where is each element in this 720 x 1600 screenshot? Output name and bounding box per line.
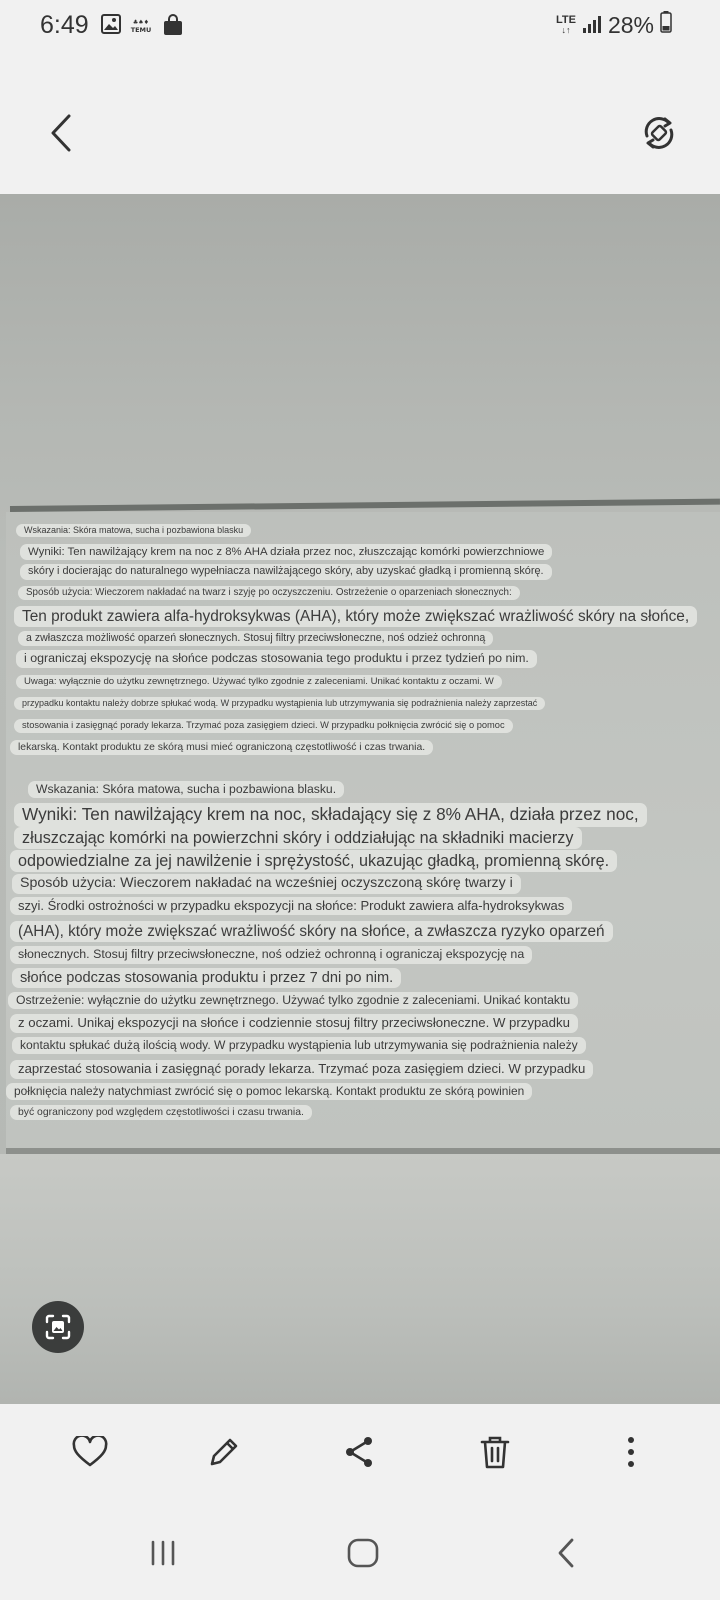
- text-line[interactable]: Ostrzeżenie: wyłącznie do użytku zewnętr…: [8, 992, 579, 1010]
- gallery-notification-icon: [101, 14, 121, 39]
- box-bottom-edge: [6, 1148, 720, 1154]
- svg-text:TEMU: TEMU: [131, 26, 152, 34]
- text-scan-button[interactable]: [32, 1301, 84, 1353]
- status-bar: 6:49 ♣♠♦ TEMU LTE ↓↑ 28%: [0, 0, 720, 52]
- text-line[interactable]: połknięcia należy natychmiast zwrócić si…: [6, 1083, 533, 1100]
- text-line[interactable]: Wyniki: Ten nawilżający krem na noc z 8%…: [20, 544, 553, 561]
- text-line[interactable]: szyi. Środki ostrożności w przypadku eks…: [10, 897, 573, 916]
- system-back-button[interactable]: [541, 1528, 591, 1578]
- text-line[interactable]: słońce podczas stosowania produktu i prz…: [12, 968, 402, 989]
- delete-button[interactable]: [467, 1424, 523, 1480]
- status-right: LTE ↓↑ 28%: [556, 11, 672, 39]
- text-line[interactable]: z oczami. Unikaj ekspozycji na słońce i …: [10, 1014, 578, 1033]
- network-type: LTE ↓↑: [555, 14, 576, 36]
- photo-surface: [0, 1154, 720, 1404]
- photo-view[interactable]: Wskazania: Skóra matowa, sucha i pozbawi…: [0, 194, 720, 1404]
- pencil-icon: [210, 1438, 238, 1466]
- text-line[interactable]: odpowiedzialne za jej nawilżenie i spręż…: [10, 850, 618, 873]
- shopping-bag-icon: [163, 14, 183, 41]
- text-line[interactable]: przypadku kontaktu należy dobrze spłukać…: [14, 697, 546, 711]
- text-line[interactable]: a zwłaszcza możliwość oparzeń słonecznyc…: [18, 631, 494, 647]
- photo-action-bar: [0, 1404, 720, 1514]
- chevron-left-icon: [51, 114, 71, 152]
- text-line[interactable]: (AHA), który może zwiększać wrażliwość s…: [10, 921, 613, 943]
- text-line[interactable]: Uwaga: wyłącznie do użytku zewnętrznego.…: [16, 675, 502, 689]
- back-button[interactable]: [36, 108, 86, 158]
- auto-rotate-icon: [644, 117, 674, 149]
- trash-icon: [480, 1436, 510, 1469]
- text-line[interactable]: zaprzestać stosowania i zasięgnąć porady…: [10, 1060, 594, 1079]
- more-vertical-icon: [628, 1437, 634, 1467]
- box-top-edge: [9, 498, 720, 512]
- back-arrow-icon: [558, 1538, 574, 1568]
- status-time: 6:49: [40, 11, 89, 39]
- text-line[interactable]: Wyniki: Ten nawilżający krem na noc, skł…: [14, 803, 647, 827]
- share-icon: [346, 1437, 372, 1467]
- text-line[interactable]: być ograniczony pod względem częstotliwo…: [10, 1105, 312, 1120]
- text-line[interactable]: stosowania i zasięgnąć porady lekarza. T…: [14, 719, 513, 733]
- text-line[interactable]: Ten produkt zawiera alfa-hydroksykwas (A…: [14, 606, 698, 628]
- system-navigation-bar: [0, 1514, 720, 1600]
- viewer-top-bar: [0, 52, 720, 194]
- text-line[interactable]: i ograniczaj ekspozycję na słońce podcza…: [16, 650, 537, 668]
- favorite-button[interactable]: [62, 1424, 118, 1480]
- text-line[interactable]: złuszczając komórki na powierzchni skóry…: [14, 827, 582, 850]
- rotate-button[interactable]: [634, 108, 684, 158]
- scan-text-icon: [45, 1314, 71, 1340]
- home-button[interactable]: [338, 1528, 388, 1578]
- share-button[interactable]: [331, 1424, 387, 1480]
- home-icon: [347, 1538, 379, 1568]
- recent-apps-button[interactable]: [138, 1528, 188, 1578]
- battery-level: 28%: [607, 11, 654, 38]
- text-line[interactable]: Sposób użycia: Wieczorem nakładać na twa…: [18, 586, 520, 601]
- text-line[interactable]: Sposób użycia: Wieczorem nakładać na wcz…: [12, 874, 521, 894]
- recent-apps-icon: [151, 1540, 175, 1566]
- text-line[interactable]: skóry i docierając do naturalnego wypełn…: [20, 564, 552, 580]
- more-options-button[interactable]: [603, 1424, 659, 1480]
- text-line[interactable]: kontaktu spłukać dużą ilością wody. W pr…: [12, 1037, 586, 1055]
- svg-text:♣♠♦: ♣♠♦: [133, 19, 149, 26]
- text-line[interactable]: lekarską. Kontakt produktu ze skórą musi…: [10, 740, 434, 755]
- text-line[interactable]: Wskazania: Skóra matowa, sucha i pozbawi…: [16, 524, 252, 538]
- heart-icon: [72, 1436, 108, 1467]
- battery-icon: [660, 11, 672, 39]
- temu-notification-icon: ♣♠♦ TEMU: [129, 16, 153, 39]
- text-line[interactable]: Wskazania: Skóra matowa, sucha i pozbawi…: [28, 781, 345, 799]
- edit-button[interactable]: [196, 1424, 252, 1480]
- text-line[interactable]: słonecznych. Stosuj filtry przeciwsłonec…: [10, 946, 533, 964]
- signal-icon: [582, 12, 602, 39]
